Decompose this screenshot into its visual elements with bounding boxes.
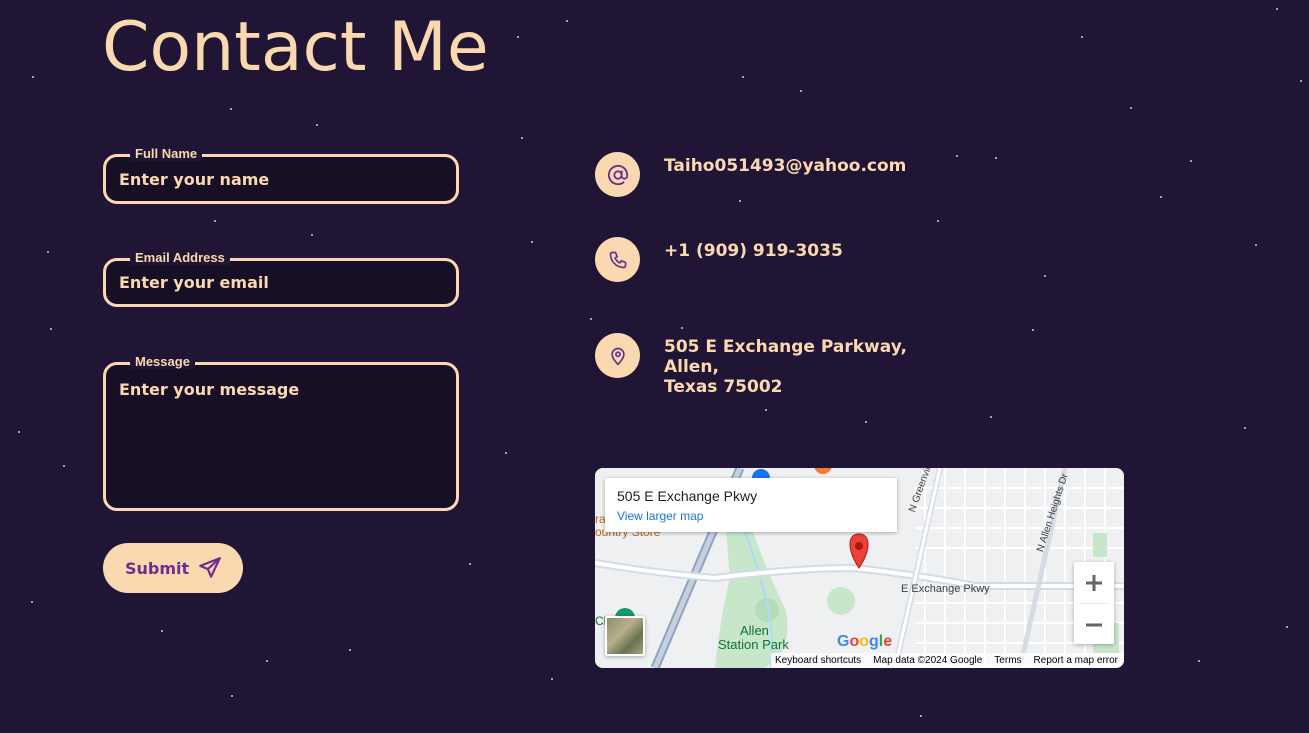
submit-label: Submit xyxy=(125,558,190,578)
terms-link[interactable]: Terms xyxy=(994,655,1021,666)
contact-address: 505 E Exchange Parkway, Allen, Texas 750… xyxy=(664,337,944,397)
submit-button[interactable]: Submit xyxy=(103,543,243,593)
contact-address-row: 505 E Exchange Parkway, Allen, Texas 750… xyxy=(595,333,944,397)
phone-icon xyxy=(595,237,640,282)
map-data-text: Map data ©2024 Google xyxy=(873,655,983,666)
page-title: Contact Me xyxy=(102,8,489,87)
email-field: Email Address xyxy=(103,250,459,307)
send-icon xyxy=(197,555,223,584)
road-label: E Exchange Pkwy xyxy=(901,583,990,595)
map-zoom-controls xyxy=(1074,562,1114,644)
full-name-input[interactable] xyxy=(106,157,456,201)
zoom-out-button[interactable] xyxy=(1074,604,1114,645)
address-line-2: Texas 75002 xyxy=(664,377,783,397)
keyboard-shortcuts-link[interactable]: Keyboard shortcuts xyxy=(775,655,861,666)
map-place-card: 505 E Exchange Pkwy View larger map xyxy=(605,478,897,532)
embedded-map[interactable]: E Exchange Pkwy Allen Station Park N Gre… xyxy=(595,468,1124,668)
message-field: Message xyxy=(103,354,459,511)
email-label: Email Address xyxy=(130,250,230,265)
location-pin-icon xyxy=(595,333,640,378)
contact-email-row: Taiho051493@yahoo.com xyxy=(595,152,944,197)
message-label: Message xyxy=(130,354,195,369)
contact-phone-row: +1 (909) 919-3035 xyxy=(595,237,944,282)
satellite-toggle[interactable] xyxy=(605,616,645,656)
address-line-1: 505 E Exchange Parkway, Allen, xyxy=(664,337,907,377)
view-larger-map-link[interactable]: View larger map xyxy=(617,509,885,523)
google-logo: Google xyxy=(837,633,893,650)
contact-email[interactable]: Taiho051493@yahoo.com xyxy=(664,156,944,176)
at-icon xyxy=(595,152,640,197)
park-label-2: Station Park xyxy=(718,637,789,652)
report-error-link[interactable]: Report a map error xyxy=(1034,655,1118,666)
plus-icon xyxy=(1086,574,1102,591)
full-name-field: Full Name xyxy=(103,146,459,204)
full-name-label: Full Name xyxy=(130,146,203,161)
zoom-in-button[interactable] xyxy=(1074,562,1114,603)
email-input[interactable] xyxy=(106,261,456,304)
contact-phone[interactable]: +1 (909) 919-3035 xyxy=(664,241,944,261)
minus-icon xyxy=(1086,623,1102,626)
park-label-1: Allen xyxy=(740,623,769,638)
message-textarea[interactable] xyxy=(106,365,456,508)
map-place-name: 505 E Exchange Pkwy xyxy=(617,488,758,504)
map-attribution: Keyboard shortcuts Map data ©2024 Google… xyxy=(771,653,1124,668)
